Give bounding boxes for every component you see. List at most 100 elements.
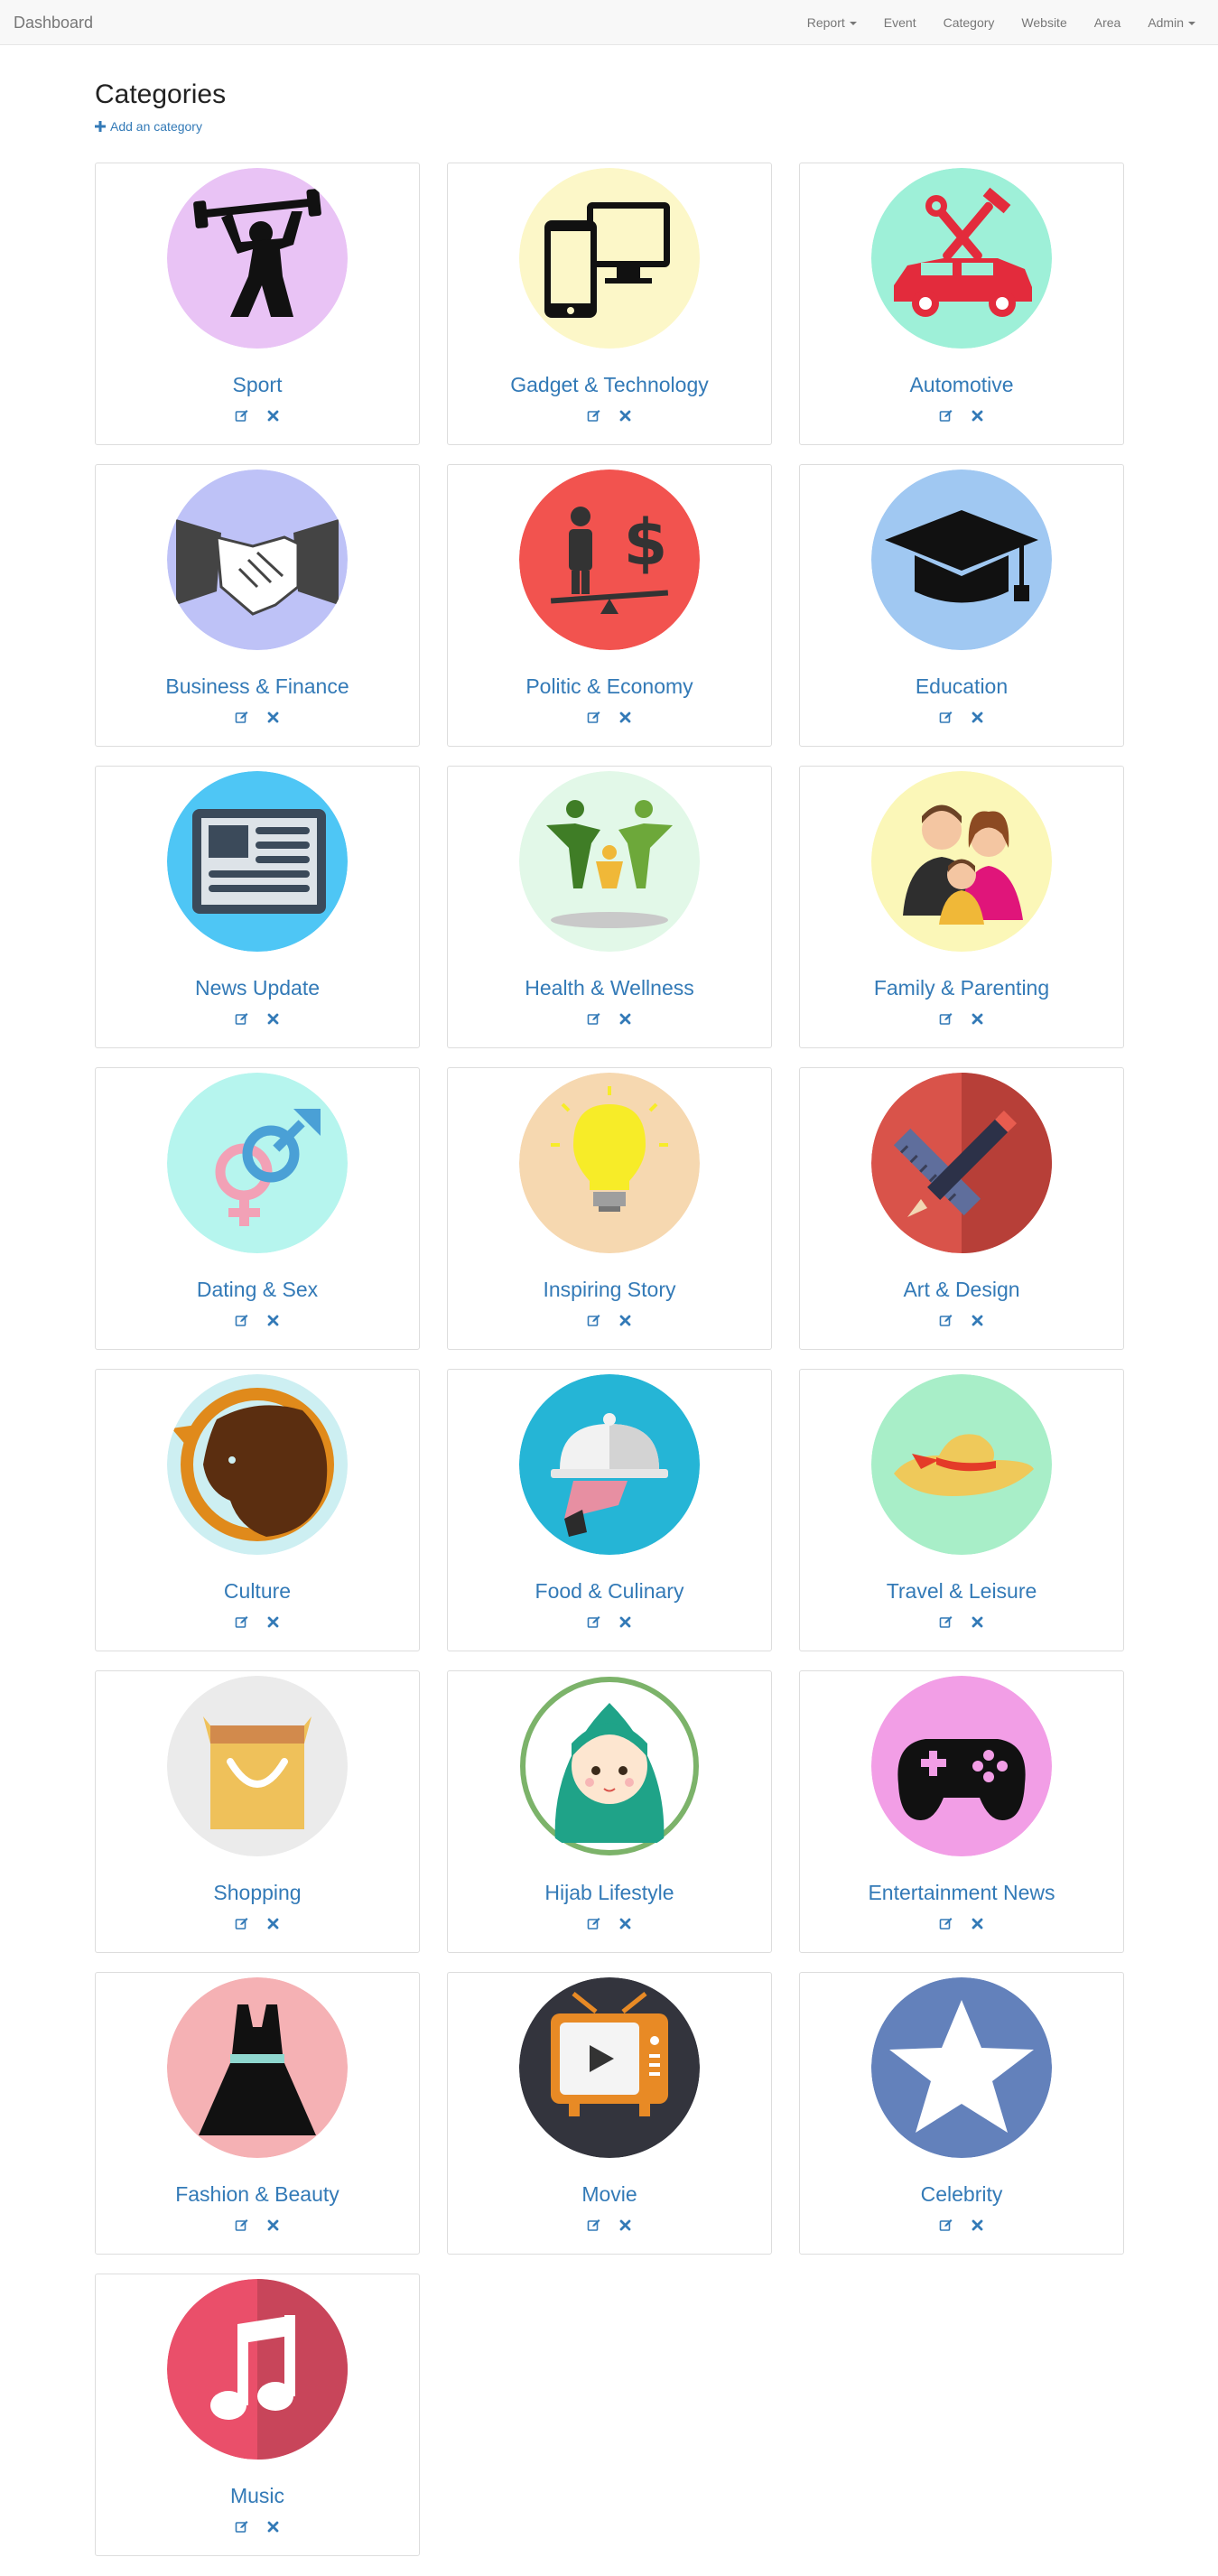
pencil-ruler-icon[interactable] [871, 1073, 1052, 1253]
family-health-icon[interactable] [519, 771, 700, 952]
category-title[interactable]: Politic & Economy [448, 674, 771, 699]
delete-icon[interactable] [971, 409, 984, 423]
delete-icon[interactable] [618, 1012, 632, 1026]
tv-icon[interactable] [519, 1977, 700, 2158]
graduation-cap-icon[interactable] [871, 470, 1052, 650]
culture-icon[interactable] [167, 1374, 348, 1555]
sun-hat-icon[interactable] [871, 1374, 1052, 1555]
weightlifter-icon[interactable] [167, 168, 348, 349]
category-title[interactable]: Automotive [800, 373, 1123, 397]
star-icon[interactable] [871, 1977, 1052, 2158]
delete-icon[interactable] [971, 1012, 984, 1026]
category-title[interactable]: Shopping [96, 1881, 419, 1905]
delete-icon[interactable] [266, 1615, 280, 1629]
delete-icon[interactable] [618, 2218, 632, 2232]
category-title[interactable]: News Update [96, 976, 419, 1000]
delete-icon[interactable] [266, 1917, 280, 1930]
category-title[interactable]: Celebrity [800, 2182, 1123, 2207]
category-title[interactable]: Entertainment News [800, 1881, 1123, 1905]
edit-icon[interactable] [939, 1917, 953, 1930]
family-icon[interactable] [871, 771, 1052, 952]
category-title[interactable]: Family & Parenting [800, 976, 1123, 1000]
edit-icon[interactable] [235, 2218, 248, 2232]
category-actions [96, 1615, 419, 1629]
category-title[interactable]: Business & Finance [96, 674, 419, 699]
edit-icon[interactable] [235, 409, 248, 423]
edit-icon[interactable] [939, 711, 953, 724]
delete-icon[interactable] [971, 711, 984, 724]
add-category-link[interactable]: Add an category [95, 119, 202, 134]
edit-icon[interactable] [235, 1314, 248, 1327]
delete-icon[interactable] [266, 711, 280, 724]
gender-symbols-icon[interactable] [167, 1073, 348, 1253]
lightbulb-icon[interactable] [519, 1073, 700, 1253]
nav-item-website[interactable]: Website [1008, 0, 1080, 45]
nav-item-area[interactable]: Area [1081, 0, 1135, 45]
category-title[interactable]: Dating & Sex [96, 1278, 419, 1302]
category-image [519, 1073, 700, 1253]
category-title[interactable]: Culture [96, 1579, 419, 1604]
edit-icon[interactable] [235, 2520, 248, 2534]
edit-icon[interactable] [939, 409, 953, 423]
balance-icon[interactable]: $ [519, 470, 700, 650]
music-note-icon[interactable] [167, 2279, 348, 2460]
nav-item-admin[interactable]: Admin [1134, 0, 1209, 45]
category-title[interactable]: Hijab Lifestyle [448, 1881, 771, 1905]
edit-icon[interactable] [939, 1314, 953, 1327]
delete-icon[interactable] [618, 1314, 632, 1327]
edit-icon[interactable] [235, 711, 248, 724]
category-title[interactable]: Sport [96, 373, 419, 397]
delete-icon[interactable] [971, 2218, 984, 2232]
delete-icon[interactable] [266, 409, 280, 423]
delete-icon[interactable] [971, 1615, 984, 1629]
edit-icon[interactable] [587, 1314, 600, 1327]
edit-icon[interactable] [587, 1917, 600, 1930]
delete-icon[interactable] [971, 1314, 984, 1327]
cloche-icon[interactable] [519, 1374, 700, 1555]
nav-item-report[interactable]: Report [794, 0, 870, 45]
delete-icon[interactable] [971, 1917, 984, 1930]
newspaper-icon[interactable] [167, 771, 348, 952]
delete-icon[interactable] [266, 1314, 280, 1327]
category-actions [96, 409, 419, 423]
gamepad-icon[interactable] [871, 1676, 1052, 1856]
category-title[interactable]: Education [800, 674, 1123, 699]
category-title[interactable]: Gadget & Technology [448, 373, 771, 397]
delete-icon[interactable] [618, 409, 632, 423]
edit-icon[interactable] [235, 1615, 248, 1629]
category-card-fashion-and-beauty: Fashion & Beauty [95, 1972, 420, 2255]
category-title[interactable]: Travel & Leisure [800, 1579, 1123, 1604]
category-title[interactable]: Inspiring Story [448, 1278, 771, 1302]
car-tools-icon[interactable] [871, 168, 1052, 349]
category-title[interactable]: Fashion & Beauty [96, 2182, 419, 2207]
delete-icon[interactable] [266, 2520, 280, 2534]
edit-icon[interactable] [587, 1615, 600, 1629]
dress-icon[interactable] [167, 1977, 348, 2158]
handshake-icon[interactable] [167, 470, 348, 650]
edit-icon[interactable] [587, 409, 600, 423]
delete-icon[interactable] [618, 1917, 632, 1930]
category-title[interactable]: Art & Design [800, 1278, 1123, 1302]
delete-icon[interactable] [618, 711, 632, 724]
delete-icon[interactable] [266, 2218, 280, 2232]
nav-item-category[interactable]: Category [930, 0, 1009, 45]
delete-icon[interactable] [266, 1012, 280, 1026]
edit-icon[interactable] [587, 2218, 600, 2232]
category-title[interactable]: Music [96, 2484, 419, 2508]
edit-icon[interactable] [587, 711, 600, 724]
shopping-bag-icon[interactable] [167, 1676, 348, 1856]
edit-icon[interactable] [587, 1012, 600, 1026]
devices-icon[interactable] [519, 168, 700, 349]
hijab-girl-icon[interactable] [519, 1676, 700, 1856]
brand-link[interactable]: Dashboard [14, 0, 93, 45]
category-title[interactable]: Movie [448, 2182, 771, 2207]
edit-icon[interactable] [235, 1917, 248, 1930]
edit-icon[interactable] [939, 1012, 953, 1026]
delete-icon[interactable] [618, 1615, 632, 1629]
nav-item-event[interactable]: Event [870, 0, 930, 45]
edit-icon[interactable] [235, 1012, 248, 1026]
edit-icon[interactable] [939, 2218, 953, 2232]
category-title[interactable]: Health & Wellness [448, 976, 771, 1000]
category-title[interactable]: Food & Culinary [448, 1579, 771, 1604]
edit-icon[interactable] [939, 1615, 953, 1629]
